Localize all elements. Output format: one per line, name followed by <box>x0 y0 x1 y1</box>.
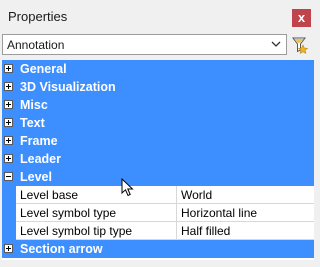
property-value[interactable]: World <box>181 188 212 202</box>
property-name-cell: Level base <box>16 186 177 203</box>
close-button[interactable]: x <box>292 9 311 27</box>
category-general[interactable]: General <box>2 60 314 78</box>
category-label: Misc <box>20 98 48 112</box>
category-label: Section arrow <box>20 242 103 256</box>
property-value[interactable]: Horizontal line <box>181 206 257 220</box>
property-row-level-base[interactable]: Level base World <box>2 186 314 204</box>
category-leader[interactable]: Leader <box>2 150 314 168</box>
expand-plus-icon[interactable] <box>4 64 13 73</box>
category-label: Frame <box>20 134 58 148</box>
row-gutter <box>2 204 16 222</box>
category-level[interactable]: Level <box>2 168 314 186</box>
row-gutter <box>2 186 16 204</box>
property-name: Level base <box>20 188 79 202</box>
mouse-pointer-icon <box>121 178 134 197</box>
row-gutter <box>2 222 16 240</box>
property-row-level-symbol-type[interactable]: Level symbol type Horizontal line <box>2 204 314 222</box>
property-name: Level symbol tip type <box>20 224 133 238</box>
selection-dropdown[interactable]: Annotation <box>2 34 287 55</box>
close-icon: x <box>297 10 306 25</box>
quick-select-filter-icon[interactable] <box>291 34 311 55</box>
category-label: Level <box>20 170 52 184</box>
category-label: General <box>20 62 67 76</box>
category-label: 3D Visualization <box>20 80 116 94</box>
category-label: Text <box>20 116 45 130</box>
category-section-arrow[interactable]: Section arrow <box>2 240 314 258</box>
expand-plus-icon[interactable] <box>4 244 13 253</box>
property-name: Level symbol type <box>20 206 117 220</box>
category-misc[interactable]: Misc <box>2 96 314 114</box>
panel-titlebar: Properties x <box>0 0 315 33</box>
expand-plus-icon[interactable] <box>4 154 13 163</box>
category-3d-visualization[interactable]: 3D Visualization <box>2 78 314 96</box>
property-row-level-symbol-tip-type[interactable]: Level symbol tip type Half filled <box>2 222 314 240</box>
property-name-cell: Level symbol tip type <box>16 222 177 239</box>
expand-plus-icon[interactable] <box>4 100 13 109</box>
chevron-down-icon <box>271 41 281 47</box>
property-grid: General 3D Visualization Misc Text Frame… <box>2 60 314 260</box>
category-frame[interactable]: Frame <box>2 132 314 150</box>
expand-plus-icon[interactable] <box>4 118 13 127</box>
property-name-cell: Level symbol type <box>16 204 177 221</box>
selection-dropdown-value: Annotation <box>7 38 65 52</box>
expand-plus-icon[interactable] <box>4 82 13 91</box>
expand-plus-icon[interactable] <box>4 136 13 145</box>
category-label: Leader <box>20 152 61 166</box>
category-text[interactable]: Text <box>2 114 314 132</box>
panel-title: Properties <box>8 9 68 24</box>
property-value[interactable]: Half filled <box>181 224 230 238</box>
collapse-minus-icon[interactable] <box>4 172 13 181</box>
